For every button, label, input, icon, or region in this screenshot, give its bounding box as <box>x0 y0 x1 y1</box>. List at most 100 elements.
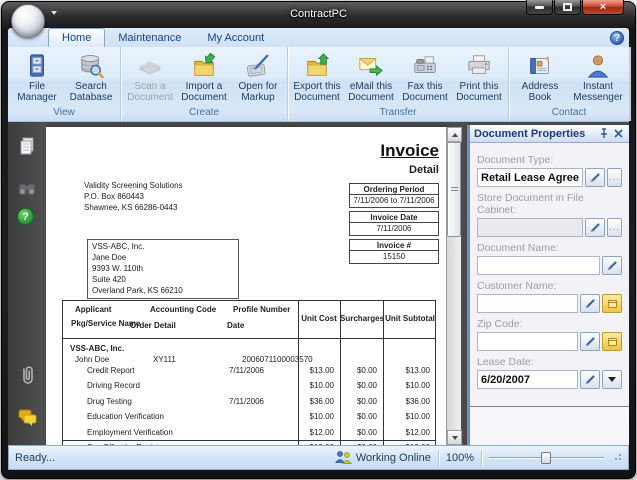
file-cabinet-field[interactable] <box>477 218 583 237</box>
col-header: Profile Number <box>233 305 290 314</box>
invoice-subtitle: Detail <box>409 164 439 176</box>
working-online-icon <box>335 450 352 466</box>
ribbon-group-label: Transfer <box>290 106 506 121</box>
instant-messenger-button[interactable]: Instant Messenger <box>569 48 627 106</box>
ribbon-button-label: Export this Document <box>290 82 344 104</box>
invoice-company-address: Validity Screening Solutions P.O. Box 86… <box>84 181 183 213</box>
email-document-button[interactable]: eMail this Document <box>344 48 398 106</box>
status-message: Ready... <box>15 452 55 464</box>
file-manager-button[interactable]: File Manager <box>10 48 64 106</box>
browse-file-cabinet-button[interactable]: ... <box>607 218 622 237</box>
browse-document-type-button[interactable]: ... <box>607 168 622 187</box>
tab-my-account[interactable]: My Account <box>194 29 277 47</box>
tab-home[interactable]: Home <box>48 28 105 47</box>
folder-export-icon <box>302 51 332 81</box>
ribbon-group-label: Contact <box>511 106 627 121</box>
document-type-label: Document Type: <box>477 154 622 166</box>
statusbar-separator <box>481 450 482 466</box>
maximize-button[interactable] <box>554 0 581 15</box>
paperclip-icon[interactable] <box>17 365 37 385</box>
ribbon-button-label: Print this Document <box>452 82 506 104</box>
lease-date-label: Lease Date: <box>477 356 622 368</box>
zoom-slider[interactable] <box>489 451 604 465</box>
resize-grip[interactable] <box>612 451 622 464</box>
print-document-button[interactable]: Print this Document <box>452 48 506 106</box>
customer-name-field[interactable] <box>477 294 578 313</box>
scan-document-button[interactable]: Scan a Document <box>123 48 177 106</box>
export-document-button[interactable]: Export this Document <box>290 48 344 106</box>
maximize-icon <box>563 3 572 11</box>
quick-access-dropdown-icon[interactable] <box>51 11 57 15</box>
database-search-icon <box>76 51 106 81</box>
address-book-button[interactable]: Address Book <box>511 48 569 106</box>
ribbon-button-label: File Manager <box>10 82 64 104</box>
panel-footer-area <box>470 407 629 445</box>
document-type-field[interactable] <box>477 168 583 187</box>
minimize-icon <box>535 6 544 9</box>
ribbon: File Manager Search Database View Scan a… <box>8 47 629 122</box>
edit-customer-name-button[interactable] <box>580 294 600 313</box>
zip-code-field[interactable] <box>477 332 578 351</box>
status-bar: Ready... Working Online 100% <box>8 445 629 470</box>
minimize-button[interactable] <box>526 0 553 15</box>
lookup-zip-code-button[interactable] <box>602 332 622 351</box>
search-database-button[interactable]: Search Database <box>64 48 118 106</box>
person-icon <box>583 51 613 81</box>
document-properties-panel: Document Properties Document Type: ... S… <box>467 125 629 445</box>
open-for-markup-button[interactable]: Open for Markup <box>231 48 285 106</box>
titlebar: ContractPC × <box>0 0 637 28</box>
invoice-table: Applicant Accounting Code Profile Number… <box>62 300 436 445</box>
chat-icon[interactable] <box>17 407 37 427</box>
scroll-down-button[interactable] <box>447 430 462 445</box>
ribbon-group-create: Scan a Document Import a Document Open f… <box>121 47 288 121</box>
chevron-down-icon <box>608 377 616 382</box>
edit-document-type-button[interactable] <box>585 168 605 187</box>
col-header: Applicant <box>75 305 111 314</box>
application-window: ContractPC × Home Maintenance My Account… <box>0 0 637 480</box>
ribbon-group-label: Create <box>123 106 285 121</box>
document-preview-page: Invoice Detail Validity Screening Soluti… <box>46 127 446 445</box>
lease-date-field[interactable] <box>477 370 578 389</box>
close-button[interactable]: × <box>582 0 624 15</box>
pages-icon[interactable] <box>17 136 37 156</box>
col-header: Date <box>227 321 244 330</box>
edit-file-cabinet-button[interactable] <box>585 218 605 237</box>
import-document-button[interactable]: Import a Document <box>177 48 231 106</box>
file-cabinet-label: Store Document in File Cabinet: <box>477 192 622 216</box>
document-workspace: ? Invoice Detail Validity Screening Solu… <box>8 122 629 445</box>
panel-title: Document Properties <box>474 128 585 140</box>
ribbon-button-label: eMail this Document <box>344 82 398 104</box>
help-button[interactable]: ? <box>610 31 624 45</box>
ribbon-group-contact: Address Book Instant Messenger Contact <box>509 47 630 121</box>
invoice-bill-to-box: VSS-ABC, Inc. Jane Doe 9393 W. 110th Sui… <box>87 239 239 299</box>
zoom-slider-thumb[interactable] <box>541 452 551 464</box>
vertical-scrollbar[interactable] <box>446 127 461 445</box>
edit-lease-date-button[interactable] <box>580 370 600 389</box>
pen-markup-icon <box>243 51 273 81</box>
customer-name-label: Customer Name: <box>477 280 622 292</box>
file-cabinet-icon <box>22 51 52 81</box>
thumb-grip-icon <box>451 187 458 193</box>
application-orb-button[interactable] <box>11 4 45 38</box>
ribbon-group-view: File Manager Search Database View <box>8 47 121 121</box>
close-panel-icon[interactable] <box>611 127 625 140</box>
lookup-customer-button[interactable] <box>602 294 622 313</box>
tab-maintenance[interactable]: Maintenance <box>105 29 194 47</box>
lease-date-dropdown-button[interactable] <box>602 370 622 389</box>
statusbar-separator <box>438 450 439 466</box>
ribbon-button-label: Fax this Document <box>398 82 452 104</box>
document-name-field[interactable] <box>477 256 600 275</box>
edit-zip-code-button[interactable] <box>580 332 600 351</box>
col-header: Accounting Code <box>150 305 216 314</box>
email-icon <box>356 51 386 81</box>
scroll-up-button[interactable] <box>447 127 462 142</box>
zoom-level: 100% <box>446 452 474 464</box>
ribbon-button-label: Address Book <box>511 82 569 104</box>
fax-document-button[interactable]: Fax this Document <box>398 48 452 106</box>
binoculars-icon[interactable] <box>17 179 37 199</box>
scrollbar-thumb[interactable] <box>447 142 461 237</box>
ribbon-button-label: Scan a Document <box>123 82 177 104</box>
pin-icon[interactable] <box>597 127 611 140</box>
edit-document-name-button[interactable] <box>602 256 622 275</box>
help-icon[interactable]: ? <box>17 208 34 225</box>
